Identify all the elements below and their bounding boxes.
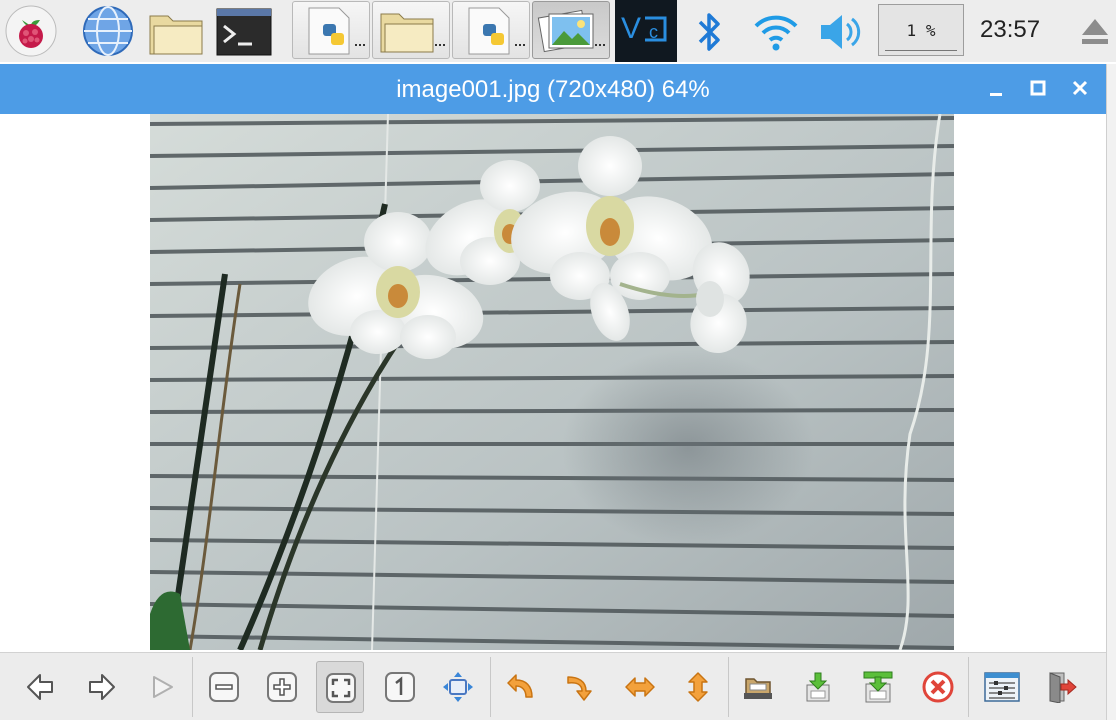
top-panel: V c 1 % 23:57 (0, 0, 1116, 62)
image-viewer-toolbar (0, 652, 1106, 720)
toolbar-separator (968, 657, 969, 717)
toolbar-separator (728, 657, 729, 717)
save-file-icon (806, 672, 830, 702)
python-script-window-2[interactable] (452, 1, 530, 59)
zoom-out-icon (209, 672, 239, 702)
window-border (1106, 64, 1116, 720)
raspberry-menu-icon[interactable] (4, 4, 58, 58)
save-as-icon (863, 671, 893, 703)
zoom-in-button[interactable] (258, 661, 306, 713)
flip-vertical-button[interactable] (674, 661, 722, 713)
displayed-image[interactable] (150, 114, 954, 650)
rotate-left-button[interactable] (496, 661, 544, 713)
window-title: image001.jpg (720x480) 64% (396, 76, 710, 103)
rotate-left-icon (507, 674, 533, 698)
next-image-icon (89, 674, 115, 700)
task-ellipsis (355, 40, 365, 46)
quit-icon (1049, 672, 1077, 703)
slideshow-play-icon (153, 676, 173, 698)
original-size-button[interactable] (376, 661, 424, 713)
window-titlebar[interactable]: image001.jpg (720x480) 64% (0, 64, 1106, 114)
rotate-right-icon (567, 676, 592, 701)
cpu-usage-monitor[interactable]: 1 % (878, 4, 964, 56)
delete-file-button[interactable] (914, 661, 962, 713)
open-file-icon (744, 678, 772, 699)
svg-text:c: c (649, 22, 658, 42)
clock[interactable]: 23:57 (980, 16, 1040, 44)
svg-text:V: V (621, 12, 641, 45)
close-icon[interactable] (1068, 76, 1092, 100)
delete-file-icon (922, 671, 954, 703)
flip-vertical-icon (688, 672, 708, 702)
toolbar-separator (192, 657, 193, 717)
preferences-button[interactable] (976, 661, 1024, 713)
file-manager-window[interactable] (372, 1, 450, 59)
open-file-button[interactable] (734, 661, 782, 713)
quit-button[interactable] (1038, 661, 1086, 713)
fit-to-window-button[interactable] (316, 661, 364, 713)
maximize-icon[interactable] (1026, 76, 1050, 100)
flip-horizontal-button[interactable] (616, 661, 664, 713)
next-image-button[interactable] (78, 661, 126, 713)
wifi-icon[interactable] (752, 10, 800, 54)
cpu-usage-graph (885, 44, 957, 51)
rotate-right-button[interactable] (556, 661, 604, 713)
task-ellipsis (435, 40, 445, 46)
minimize-icon[interactable] (984, 76, 1008, 100)
save-as-button[interactable] (854, 661, 902, 713)
original-size-icon (385, 672, 415, 702)
cpu-usage-value: 1 % (906, 21, 936, 40)
vnc-icon[interactable]: V c (615, 0, 677, 62)
python-script-window-1[interactable] (292, 1, 370, 59)
fit-to-window-icon (326, 673, 356, 703)
previous-image-button[interactable] (16, 661, 64, 713)
task-ellipsis (595, 40, 605, 46)
image-viewer-window[interactable] (532, 1, 610, 59)
slideshow-button[interactable] (138, 661, 186, 713)
previous-image-icon (27, 674, 53, 700)
preferences-icon (984, 672, 1020, 702)
file-manager-icon[interactable] (148, 8, 204, 56)
save-file-button[interactable] (794, 661, 842, 713)
bluetooth-icon[interactable] (694, 10, 724, 54)
full-screen-icon (443, 672, 473, 702)
flip-horizontal-icon (625, 677, 655, 697)
task-ellipsis (515, 40, 525, 46)
volume-icon[interactable] (818, 12, 864, 52)
toolbar-separator (490, 657, 491, 717)
zoom-out-button[interactable] (200, 661, 248, 713)
full-screen-button[interactable] (434, 661, 482, 713)
web-browser-icon[interactable] (82, 5, 134, 57)
eject-icon[interactable] (1080, 16, 1110, 46)
zoom-in-icon (267, 672, 297, 702)
terminal-icon[interactable] (216, 8, 272, 56)
